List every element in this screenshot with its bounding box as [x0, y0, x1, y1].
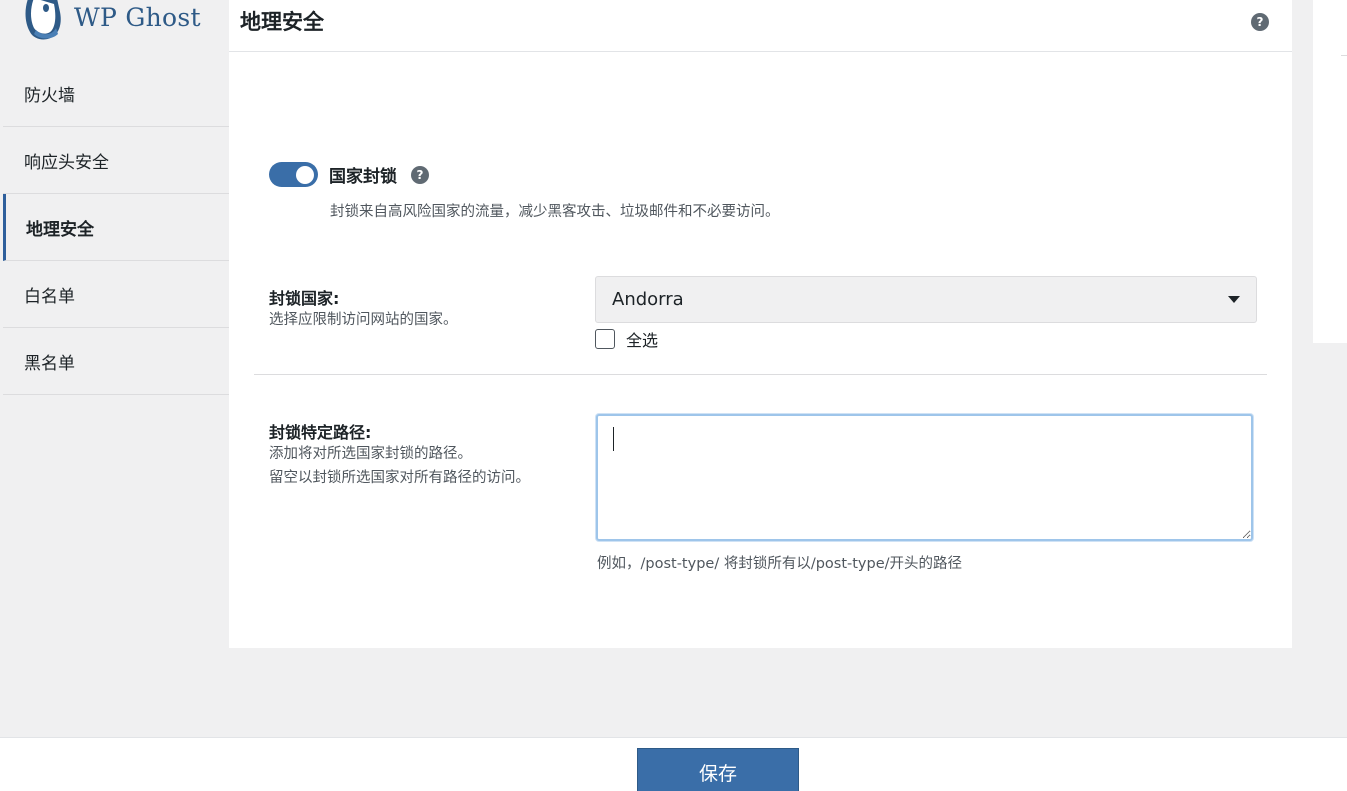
country-block-description: 封锁来自高风险国家的流量，减少黑客攻击、垃圾邮件和不必要访问。 — [330, 204, 780, 220]
question-circle-icon[interactable]: ? — [411, 165, 429, 184]
sidebar-item-whitelist[interactable]: 白名单 — [3, 261, 229, 328]
country-select[interactable]: Andorra — [595, 276, 1257, 323]
sidebar-item-firewall[interactable]: 防火墙 — [3, 60, 229, 127]
brand-name: WP Ghost — [74, 2, 201, 32]
sidebar-item-geo-security[interactable]: 地理安全 — [3, 194, 229, 261]
settings-card: 地理安全 ? 国家封锁 ? 封锁来自高风险国家的流量，减少黑客攻击、垃圾邮件和不… — [229, 0, 1292, 648]
sidebar-item-header-security[interactable]: 响应头安全 — [3, 127, 229, 194]
footer-bar: 保存 — [0, 737, 1347, 791]
text-caret — [613, 427, 614, 451]
country-block-toggle-row: 国家封锁 ? — [269, 162, 429, 187]
sidebar: WP Ghost 防火墙 响应头安全 地理安全 白名单 黑名单 — [0, 0, 229, 737]
brand-logo[interactable]: WP Ghost — [22, 0, 222, 42]
side-panel-divider — [1341, 55, 1347, 56]
caret-down-icon — [1228, 296, 1240, 303]
page-title: 地理安全 — [240, 10, 324, 34]
select-all-label[interactable]: 全选 — [626, 327, 658, 351]
sidebar-item-label: 防火墙 — [24, 85, 75, 106]
country-block-toggle[interactable] — [269, 162, 318, 187]
side-panel — [1313, 0, 1347, 343]
block-paths-description-1: 添加将对所选国家封锁的路径。 — [269, 446, 472, 462]
sidebar-item-blacklist[interactable]: 黑名单 — [3, 328, 229, 395]
sidebar-nav: 防火墙 响应头安全 地理安全 白名单 黑名单 — [3, 60, 229, 395]
question-circle-icon[interactable]: ? — [1251, 13, 1269, 31]
ghost-logo-icon — [22, 0, 68, 42]
save-button[interactable]: 保存 — [637, 748, 799, 791]
block-paths-textarea[interactable] — [596, 414, 1253, 541]
sidebar-item-label: 响应头安全 — [24, 152, 109, 173]
block-countries-label: 封锁国家: — [269, 289, 340, 308]
sidebar-item-label: 地理安全 — [26, 219, 94, 240]
select-all-checkbox[interactable] — [595, 329, 615, 349]
country-select-value: Andorra — [612, 289, 684, 310]
card-header: 地理安全 ? — [229, 0, 1292, 52]
block-paths-description-2: 留空以封锁所选国家对所有路径的访问。 — [269, 470, 530, 486]
select-all-row: 全选 — [595, 327, 658, 351]
sidebar-item-label: 白名单 — [24, 286, 75, 307]
section-divider — [254, 374, 1267, 375]
sidebar-item-label: 黑名单 — [24, 353, 75, 374]
block-paths-label: 封锁特定路径: — [269, 423, 372, 442]
toggle-knob — [296, 165, 314, 184]
country-block-label: 国家封锁 — [329, 167, 397, 187]
block-paths-hint: 例如，/post-type/ 将封锁所有以/post-type/开头的路径 — [597, 556, 963, 572]
block-countries-description: 选择应限制访问网站的国家。 — [269, 312, 458, 328]
